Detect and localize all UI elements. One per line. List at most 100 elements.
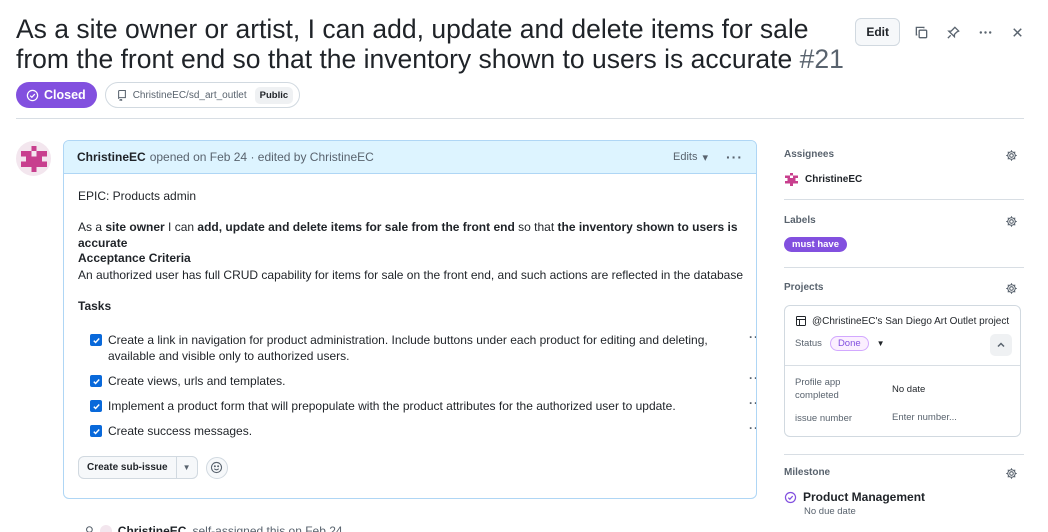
story-text: so that <box>514 220 558 234</box>
repo-link[interactable]: ChristineEC/sd_art_outlet Public <box>104 82 301 108</box>
task-kebab-icon[interactable]: ··· <box>749 370 756 386</box>
collapse-button[interactable] <box>990 334 1012 356</box>
identicon-icon <box>20 145 47 172</box>
gear-icon[interactable] <box>1005 215 1018 228</box>
story-text: As a <box>78 220 106 234</box>
avatar <box>784 172 799 187</box>
task-checkbox[interactable] <box>90 375 102 387</box>
project-title-text: @ChristineEC's San Diego Art Outlet proj… <box>812 315 1010 327</box>
sidebar-divider <box>784 199 1024 200</box>
status-field-label: Status <box>795 338 822 349</box>
task-text: Create views, urls and templates. <box>108 374 286 388</box>
task-item: Create a link in navigation for product … <box>90 330 756 364</box>
milestone-item[interactable]: Product Management <box>784 490 1024 504</box>
create-sub-issue-label[interactable]: Create sub-issue <box>79 457 177 478</box>
chevron-down-icon[interactable]: ▼ <box>877 339 885 348</box>
check-circle-icon <box>26 89 39 101</box>
comment-header: ChristineEC opened on Feb 24 · edited by… <box>64 141 756 174</box>
repo-icon <box>117 89 126 101</box>
project-field-value[interactable]: No date <box>892 384 925 395</box>
task-checkbox[interactable] <box>90 334 102 346</box>
story-bold: add, update and delete items for sale fr… <box>197 220 515 234</box>
close-icon[interactable] <box>1006 18 1028 46</box>
milestone-due: No due date <box>804 506 856 517</box>
chevron-up-icon <box>997 342 1005 348</box>
sidebar-divider <box>784 454 1024 455</box>
comment-kebab-icon[interactable]: ··· <box>726 149 743 165</box>
issue-title: As a site owner or artist, I can add, up… <box>16 14 846 74</box>
tasks-title: Tasks <box>78 299 112 313</box>
chevron-down-icon[interactable]: ▼ <box>177 457 197 478</box>
comment-body: EPIC: Products admin As a site owner I c… <box>64 174 756 498</box>
labels-section: Labels must have <box>784 215 1024 252</box>
milestone-name: Product Management <box>803 490 926 504</box>
project-card: @ChristineEC's San Diego Art Outlet proj… <box>784 305 1021 437</box>
avatar[interactable] <box>99 525 112 532</box>
task-kebab-icon[interactable]: ··· <box>749 395 756 411</box>
sub-issue-row: Create sub-issue ▼ <box>78 456 228 479</box>
issue-number-input[interactable]: Enter number... <box>892 412 957 423</box>
avatar[interactable] <box>16 141 51 176</box>
task-item: Implement a product form that will prepo… <box>90 396 756 414</box>
edit-button[interactable]: Edit <box>855 18 900 46</box>
story-text: I can <box>164 220 198 234</box>
project-field-label: issue number <box>795 413 853 424</box>
table-icon <box>796 316 806 326</box>
pin-icon[interactable] <box>942 18 964 46</box>
projects-section: Projects @ChristineEC's San Diego Art Ou… <box>784 282 1024 437</box>
task-item: Create views, urls and templates. ··· <box>90 371 756 389</box>
chevron-down-icon: ▾ <box>702 151 708 164</box>
edits-dropdown[interactable]: Edits ▾ <box>673 151 708 164</box>
assignees-section: Assignees ChristineEC <box>784 149 1024 187</box>
create-sub-issue-button[interactable]: Create sub-issue ▼ <box>78 456 198 479</box>
add-reaction-button[interactable] <box>205 456 228 479</box>
task-checkbox[interactable] <box>90 425 102 437</box>
acceptance-criteria-text: An authorized user has full CRUD capabil… <box>78 268 744 282</box>
smiley-icon <box>211 461 223 474</box>
check-circle-icon <box>784 491 797 503</box>
timeline-actor[interactable]: ChristineEC <box>118 524 187 532</box>
copy-icon[interactable] <box>910 18 932 46</box>
task-kebab-icon[interactable]: ··· <box>749 329 756 345</box>
edits-label: Edits <box>673 151 698 163</box>
projects-heading: Projects <box>784 282 824 293</box>
milestone-section: Milestone Product Management No due date <box>784 467 1024 517</box>
task-text: Create success messages. <box>108 424 253 438</box>
issue-meta-row: Closed ChristineEC/sd_art_outlet Public <box>16 82 301 108</box>
kebab-icon[interactable] <box>974 18 996 46</box>
comment-author[interactable]: ChristineEC <box>77 150 146 164</box>
label-pill[interactable]: must have <box>784 237 847 252</box>
repo-name: ChristineEC/sd_art_outlet <box>132 89 247 101</box>
gear-icon[interactable] <box>1005 149 1018 162</box>
comment-meta: opened on Feb 24 · edited by ChristineEC <box>149 150 374 164</box>
assignee-name: ChristineEC <box>805 174 863 185</box>
assignees-heading: Assignees <box>784 149 835 160</box>
user-story: As a site owner I can add, update and de… <box>78 219 748 251</box>
status-value[interactable]: Done <box>829 336 869 351</box>
project-title[interactable]: @ChristineEC's San Diego Art Outlet proj… <box>795 315 1009 327</box>
task-kebab-icon[interactable]: ··· <box>749 420 756 436</box>
assignee-item[interactable]: ChristineEC <box>784 172 1024 187</box>
issue-number: #21 <box>799 44 844 74</box>
project-card-divider <box>785 365 1020 366</box>
epic-line: EPIC: Products admin <box>78 189 197 203</box>
milestone-heading: Milestone <box>784 467 831 478</box>
task-checkbox[interactable] <box>90 400 102 412</box>
header-actions: Edit <box>855 18 1028 46</box>
header-divider <box>16 118 1024 119</box>
sidebar-divider <box>784 267 1024 268</box>
status-badge: Closed <box>16 82 97 108</box>
issue-body-comment: ChristineEC opened on Feb 24 · edited by… <box>63 140 757 499</box>
gear-icon[interactable] <box>1005 282 1018 295</box>
gear-icon[interactable] <box>1005 467 1018 480</box>
issue-title-text: As a site owner or artist, I can add, up… <box>16 14 809 74</box>
story-bold: site owner <box>105 220 165 234</box>
acceptance-criteria-title: Acceptance Criteria <box>78 251 191 265</box>
project-status-row: Status Done ▼ <box>795 336 885 351</box>
status-label: Closed <box>44 88 86 102</box>
timeline-event-text: self-assigned this on Feb 24 <box>192 524 343 532</box>
project-field-label: Profile app completed <box>795 377 841 401</box>
person-icon: ⚲ <box>85 524 94 532</box>
task-text: Create a link in navigation for product … <box>108 333 708 363</box>
labels-heading: Labels <box>784 215 816 226</box>
